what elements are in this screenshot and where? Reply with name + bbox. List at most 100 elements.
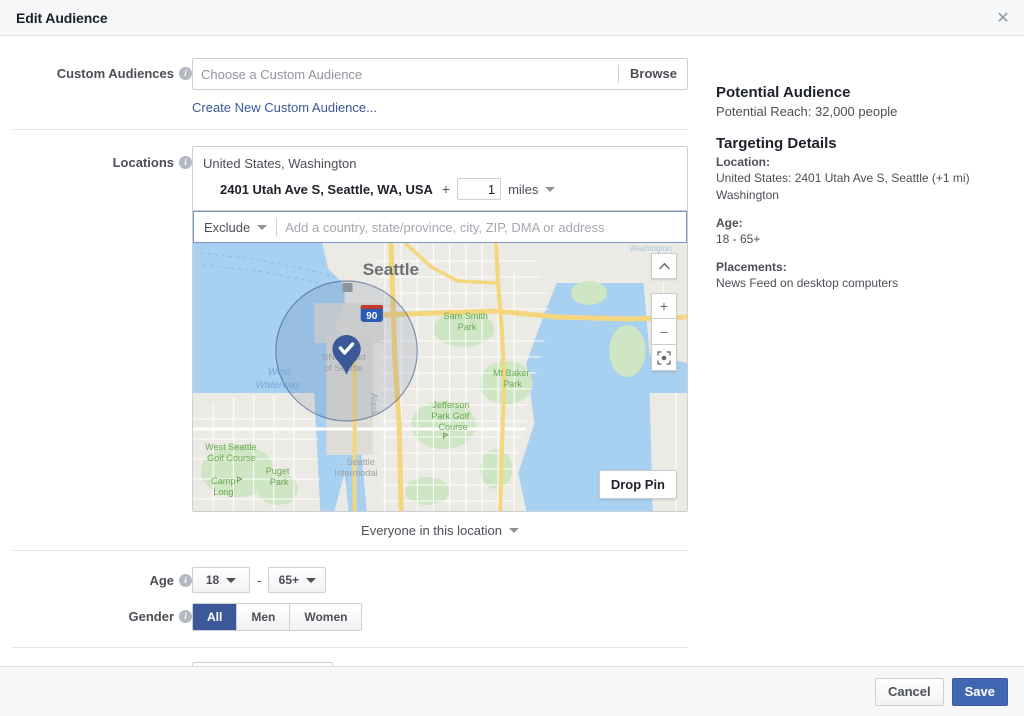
exclude-label: Exclude [204,220,250,235]
map-label: Jefferson [432,400,469,410]
custom-audiences-field: Choose a Custom Audience Browse Create N… [192,58,688,115]
age-label-group: Age i [0,567,192,593]
summary-placements-value: News Feed on desktop computers [716,275,1024,292]
chevron-up-glyph [659,262,670,270]
map-label: Park Golf [431,411,469,421]
location-search-row: Exclude [193,210,687,243]
more-demographics-button[interactable]: More Demographics [192,662,333,666]
map-label: Park [270,477,289,487]
map-label: Washington [629,244,671,253]
gender-label-group: Gender i [0,603,192,629]
gender-field: All Men Women [192,603,688,631]
form-pane: Custom Audiences i Choose a Custom Audie… [0,36,700,666]
summary-age-value: 18 - 65+ [716,231,1024,248]
chevron-down-icon-everyone [509,528,519,533]
potential-audience-title: Potential Audience [716,84,1024,101]
dialog-titlebar: Edit Audience ✕ [0,0,1024,36]
gender-option-men[interactable]: Men [237,604,290,630]
location-address: 2401 Utah Ave S, Seattle, WA, USA [220,182,433,197]
summary-location-label: Location: [716,155,1024,169]
row-more-demographics: More Demographics [0,662,700,666]
age-label: Age [149,573,174,588]
svg-text:90: 90 [366,311,378,322]
more-demographics-field: More Demographics [192,662,688,666]
age-range-dash: - [257,573,261,588]
location-map[interactable]: 90 Seat [193,243,687,511]
exclude-dropdown[interactable]: Exclude [193,220,276,235]
drop-pin-button[interactable]: Drop Pin [599,470,677,499]
chevron-down-icon-radius-unit[interactable] [545,187,555,192]
everyone-in-location-label: Everyone in this location [361,523,502,538]
locations-label-group: Locations i [0,146,192,170]
map-label: Park [458,322,477,332]
age-min-dropdown[interactable]: 18 [192,567,250,593]
close-icon[interactable]: ✕ [994,9,1012,27]
map-label: Camp [211,476,235,486]
locations-field: United States, Washington 2401 Utah Ave … [192,146,688,550]
map-label: Seattle [347,457,375,467]
age-max-value: 65+ [279,573,299,587]
summary-placements-label: Placements: [716,260,1024,274]
map-label: Park [503,379,522,389]
age-field: 18 - 65+ [192,567,688,593]
map-label: Seattle [363,260,419,279]
section-age-gender: Age i 18 - 65+ [0,551,700,631]
cancel-button[interactable]: Cancel [875,678,944,706]
radius-input[interactable] [457,178,501,200]
audience-summary-pane: Potential Audience Potential Reach: 32,0… [700,36,1024,666]
map-label: Waterway [256,380,302,391]
summary-location-line-1: United States: 2401 Utah Ave S, Seattle … [716,170,1024,187]
gender-toggle-group: All Men Women [192,603,362,631]
section-locations: Locations i United States, Washington 24… [0,130,700,550]
map-label: Mt Baker [493,368,529,378]
dialog-body: Custom Audiences i Choose a Custom Audie… [0,36,1024,666]
gender-label: Gender [128,609,174,624]
chevron-down-icon-exclude [257,225,267,230]
dialog-title: Edit Audience [0,10,108,26]
section-custom-audiences: Custom Audiences i Choose a Custom Audie… [0,36,700,115]
map-label: Puget [266,466,290,476]
summary-age-label: Age: [716,216,1024,230]
save-button[interactable]: Save [952,678,1008,706]
location-address-row: 2401 Utah Ave S, Seattle, WA, USA + mile… [203,178,677,200]
everyone-in-location-dropdown[interactable]: Everyone in this location [361,523,519,538]
map-zoom-controls[interactable]: + − [651,293,677,371]
age-min-value: 18 [206,573,219,587]
age-max-dropdown[interactable]: 65+ [268,567,326,593]
summary-location-block: Location: United States: 2401 Utah Ave S… [716,155,1024,204]
map-label: Sam Smith [444,311,488,321]
locations-label: Locations [113,155,174,170]
summary-location-line-2: Washington [716,187,1024,204]
info-icon-custom-audiences[interactable]: i [179,67,192,80]
row-age: Age i 18 - 65+ [0,567,700,593]
locate-glyph [657,351,671,365]
locate-icon[interactable] [651,345,677,371]
highway-shield-90: 90 [361,305,383,322]
zoom-out-button[interactable]: − [651,319,677,345]
custom-audience-input-wrap[interactable]: Choose a Custom Audience Browse [192,58,688,90]
row-custom-audiences: Custom Audiences i Choose a Custom Audie… [0,58,700,115]
section-more-demographics: More Demographics [0,648,700,666]
summary-placements-block: Placements: News Feed on desktop compute… [716,260,1024,292]
map-label: West Seattle [205,442,256,452]
chevron-down-icon-age-min [226,578,236,583]
compass-up-icon[interactable] [651,253,677,279]
custom-audiences-label: Custom Audiences [57,66,174,81]
create-new-custom-audience-link[interactable]: Create New Custom Audience... [192,100,377,115]
map-label: Course [438,422,467,432]
browse-button[interactable]: Browse [618,65,687,83]
info-icon-gender[interactable]: i [179,610,192,623]
map-label: Intermodal [334,468,377,478]
potential-reach-value: Potential Reach: 32,000 people [716,103,1024,121]
custom-audience-input[interactable]: Choose a Custom Audience [193,67,618,82]
selected-locations: United States, Washington 2401 Utah Ave … [193,147,687,210]
zoom-in-button[interactable]: + [651,293,677,319]
location-search-input[interactable] [277,220,687,235]
map-label: West [268,367,292,378]
map-compass-control[interactable] [651,253,677,279]
radius-plus-sign: + [442,181,450,197]
gender-option-women[interactable]: Women [290,604,361,630]
gender-option-all[interactable]: All [193,604,237,630]
info-icon-age[interactable]: i [179,574,192,587]
info-icon-locations[interactable]: i [179,156,192,169]
